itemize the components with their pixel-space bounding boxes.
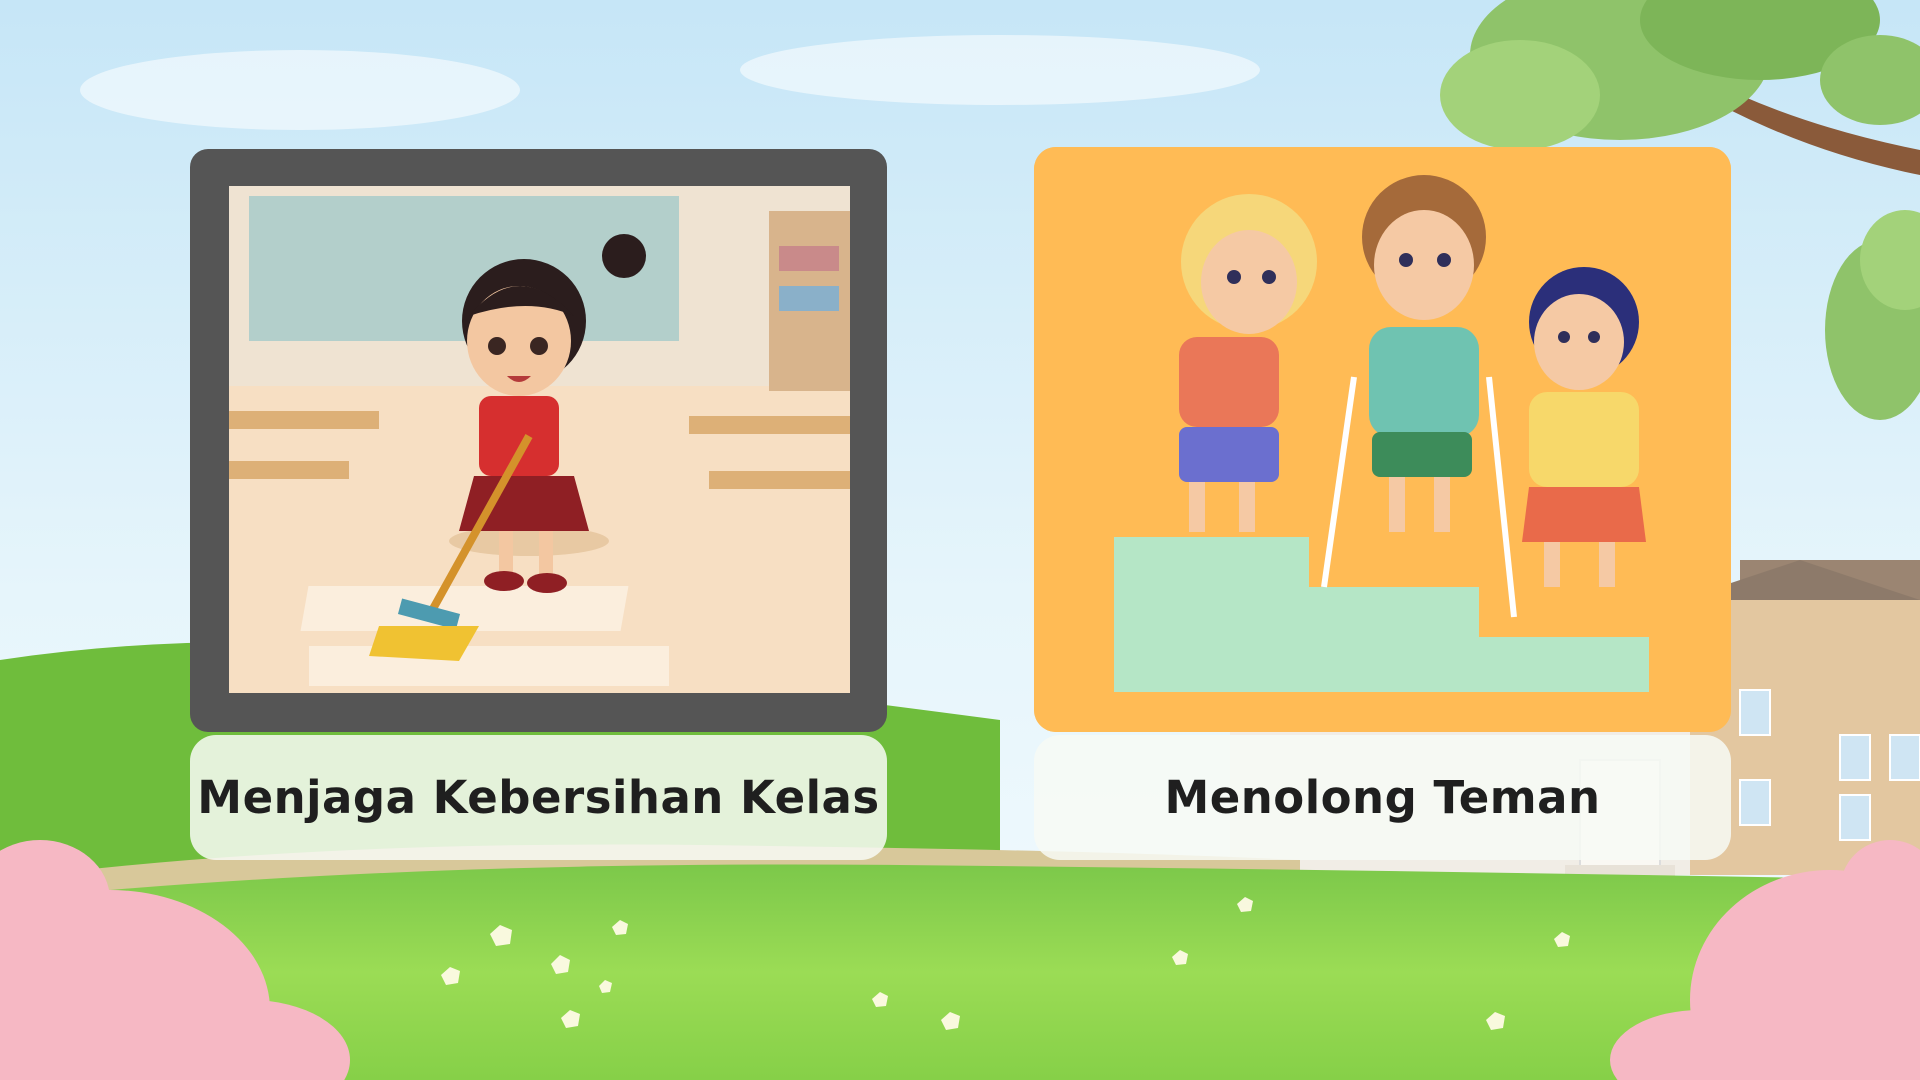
right-card-caption-box: Menolong Teman	[1034, 735, 1731, 860]
left-card-image	[229, 186, 850, 693]
left-card-caption-box: Menjaga Kebersihan Kelas	[190, 735, 887, 860]
left-card-caption: Menjaga Kebersihan Kelas	[197, 771, 880, 824]
right-card-image	[1034, 147, 1731, 732]
right-card-caption: Menolong Teman	[1164, 771, 1601, 824]
